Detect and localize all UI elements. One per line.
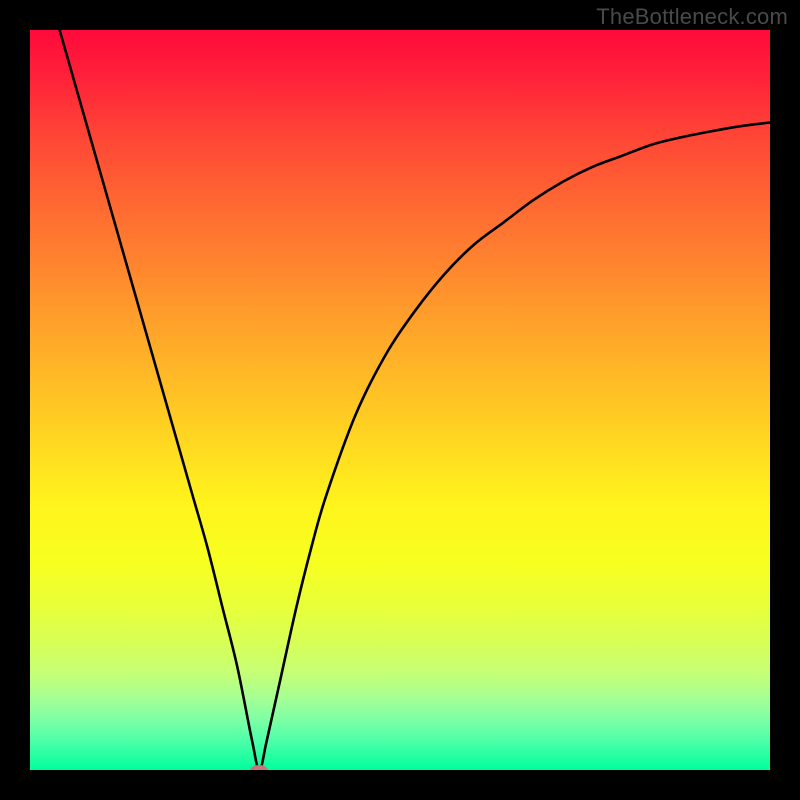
watermark-text: TheBottleneck.com — [596, 4, 788, 30]
chart-frame: TheBottleneck.com — [0, 0, 800, 800]
curve-svg — [30, 30, 770, 770]
bottleneck-curve — [60, 30, 770, 770]
plot-area — [30, 30, 770, 770]
